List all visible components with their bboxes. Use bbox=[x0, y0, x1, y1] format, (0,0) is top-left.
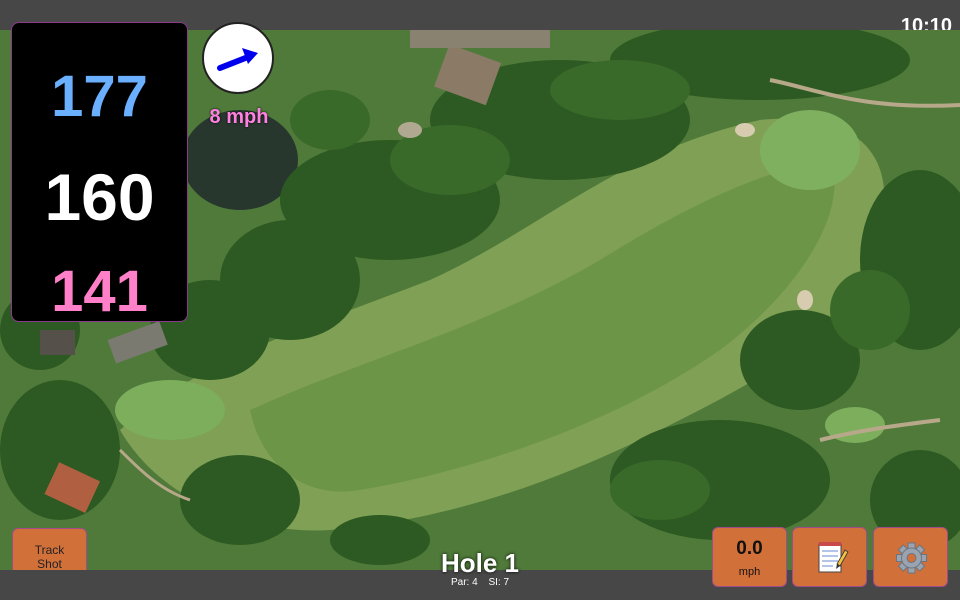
middle-distance: 160 bbox=[44, 160, 155, 234]
front-distance: 141 bbox=[51, 259, 148, 324]
wind-indicator bbox=[202, 22, 274, 94]
track-shot-label-line1: Track bbox=[34, 543, 65, 557]
distance-panel: 177 160 141 bbox=[11, 22, 188, 324]
speed-unit: mph bbox=[738, 566, 761, 578]
wind-speed: 8 mph bbox=[209, 106, 269, 128]
speed-button[interactable]: 0.0 mph bbox=[712, 527, 787, 587]
hole-title: Hole 1 bbox=[440, 548, 520, 578]
speed-value: 0.0 bbox=[736, 538, 763, 559]
hole-info: Par: 4 SI: 7 bbox=[380, 577, 580, 588]
notepad-icon bbox=[818, 542, 849, 573]
track-shot-label-line2: Shot bbox=[37, 557, 62, 571]
hole-par: Par: 4 bbox=[450, 577, 478, 588]
notes-button[interactable] bbox=[792, 527, 867, 587]
settings-button[interactable] bbox=[873, 527, 948, 587]
hole-stroke-index: SI: 7 bbox=[488, 577, 510, 588]
back-distance: 177 bbox=[51, 64, 148, 129]
gear-icon bbox=[896, 542, 927, 574]
arrow-icon bbox=[217, 48, 258, 71]
